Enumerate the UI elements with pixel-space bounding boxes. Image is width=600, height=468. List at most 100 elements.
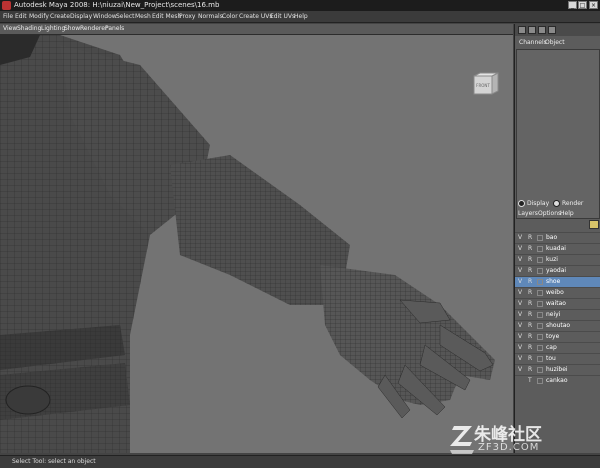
layer-visibility-toggle[interactable]: V [518, 366, 522, 373]
layer-visibility-toggle[interactable]: V [518, 333, 522, 340]
viewport-panel[interactable]: View Shading Lighting Show Renderer Pane… [0, 24, 513, 453]
view-cube-label: FRONT [476, 83, 490, 88]
display-radio[interactable]: Display [518, 200, 549, 207]
menu-normals[interactable]: Normals [198, 12, 223, 21]
menu-mesh[interactable]: Mesh [135, 12, 151, 21]
layer-color-swatch[interactable] [537, 301, 543, 307]
layer-display-type-toggle[interactable]: R [528, 245, 532, 252]
layer-display-type-toggle[interactable]: R [528, 355, 532, 362]
menu-color[interactable]: Color [222, 12, 238, 21]
menu-modify[interactable]: Modify [29, 12, 49, 21]
layer-row[interactable]: V Rcap [515, 342, 600, 353]
layer-row[interactable]: V Rkuadai [515, 243, 600, 254]
menu-create[interactable]: Create [50, 12, 70, 21]
new-layer-icon[interactable] [589, 220, 599, 229]
panel-menu-renderer[interactable]: Renderer [80, 25, 107, 33]
layer-row[interactable]: V Rshoe [515, 276, 600, 287]
layer-row[interactable]: V Ryaodai [515, 265, 600, 276]
layer-row[interactable]: V Rkuzi [515, 254, 600, 265]
menu-select[interactable]: Select [116, 12, 135, 21]
layer-row[interactable]: V Rtou [515, 353, 600, 364]
character-arm-model[interactable] [0, 35, 513, 453]
layer-name: cap [546, 344, 557, 351]
menu-create-uvs[interactable]: Create UVs [239, 12, 272, 21]
layer-visibility-toggle[interactable]: V [518, 322, 522, 329]
attribute-editor-toggle-icon[interactable] [528, 26, 536, 34]
layer-display-type-toggle[interactable]: T [528, 377, 532, 384]
menu-window[interactable]: Window [93, 12, 117, 21]
layers-menu[interactable]: Layers [518, 210, 538, 217]
layer-visibility-toggle[interactable]: V [518, 355, 522, 362]
layer-visibility-toggle[interactable]: V [518, 234, 522, 241]
layer-display-type-toggle[interactable]: R [528, 234, 532, 241]
panel-menu-view[interactable]: View [3, 25, 17, 33]
layer-display-type-toggle[interactable]: R [528, 311, 532, 318]
layer-display-type-toggle[interactable]: R [528, 333, 532, 340]
layer-color-swatch[interactable] [537, 312, 543, 318]
layer-editor-menu: Layers Options Help [515, 210, 600, 219]
layer-visibility-toggle[interactable]: V [518, 289, 522, 296]
layer-visibility-toggle[interactable]: V [518, 344, 522, 351]
layer-visibility-toggle[interactable]: V [518, 256, 522, 263]
panel-menu-lighting[interactable]: Lighting [41, 25, 65, 33]
panel-menu-show[interactable]: Show [64, 25, 80, 33]
display-radio-label: Display [527, 200, 550, 207]
layer-display-type-toggle[interactable]: R [528, 278, 532, 285]
layer-visibility-toggle[interactable]: V [518, 267, 522, 274]
panel-menu-panels[interactable]: Panels [105, 25, 124, 33]
layer-name: cankao [546, 377, 568, 384]
menu-edit-mesh[interactable]: Edit Mesh [152, 12, 181, 21]
menu-edit[interactable]: Edit [15, 12, 27, 21]
layer-row[interactable]: V Rwaitao [515, 298, 600, 309]
channels-menu[interactable]: Channels [519, 39, 547, 46]
layer-visibility-toggle[interactable]: V [518, 245, 522, 252]
layer-visibility-toggle[interactable]: V [518, 278, 522, 285]
layer-row[interactable]: V Rtoye [515, 331, 600, 342]
menu-file[interactable]: File [3, 12, 13, 21]
render-radio[interactable]: Render [553, 200, 583, 207]
layer-editor-toggle-icon[interactable] [548, 26, 556, 34]
menu-proxy[interactable]: Proxy [179, 12, 195, 21]
tool-settings-toggle-icon[interactable] [538, 26, 546, 34]
layer-color-swatch[interactable] [537, 334, 543, 340]
menu-help[interactable]: Help [294, 12, 308, 21]
layer-row[interactable]: V Rweibo [515, 287, 600, 298]
menu-display[interactable]: Display [70, 12, 92, 21]
layer-row[interactable]: V Rshoutao [515, 320, 600, 331]
layer-display-type-toggle[interactable]: R [528, 344, 532, 351]
layer-row[interactable]: V Rhuzibei [515, 364, 600, 375]
layer-display-type-toggle[interactable]: R [528, 289, 532, 296]
object-menu[interactable]: Object [545, 39, 565, 46]
minimize-button[interactable]: _ [568, 1, 577, 9]
layer-display-type-toggle[interactable]: R [528, 322, 532, 329]
channel-box-area[interactable] [516, 49, 600, 219]
layer-color-swatch[interactable] [537, 367, 543, 373]
layer-color-swatch[interactable] [537, 323, 543, 329]
layer-row[interactable]: V Rneiyi [515, 309, 600, 320]
layer-row[interactable]: Tcankao [515, 375, 600, 386]
panel-menu-shading[interactable]: Shading [17, 25, 41, 33]
layer-display-type-toggle[interactable]: R [528, 366, 532, 373]
layer-display-type-toggle[interactable]: R [528, 267, 532, 274]
layer-color-swatch[interactable] [537, 290, 543, 296]
layer-display-type-toggle[interactable]: R [528, 256, 532, 263]
help-menu[interactable]: Help [560, 210, 574, 217]
close-button[interactable]: × [589, 1, 598, 9]
options-menu[interactable]: Options [538, 210, 561, 217]
layer-color-swatch[interactable] [537, 279, 543, 285]
layer-visibility-toggle[interactable]: V [518, 300, 522, 307]
layer-color-swatch[interactable] [537, 246, 543, 252]
layer-color-swatch[interactable] [537, 268, 543, 274]
layer-color-swatch[interactable] [537, 345, 543, 351]
channel-box-toggle-icon[interactable] [518, 26, 526, 34]
layer-color-swatch[interactable] [537, 235, 543, 241]
menu-edit-uvs[interactable]: Edit UVs [270, 12, 295, 21]
layer-row[interactable]: V Rbao [515, 232, 600, 243]
layer-color-swatch[interactable] [537, 378, 543, 384]
maximize-button[interactable]: □ [578, 1, 587, 9]
view-cube[interactable]: FRONT [472, 72, 500, 96]
layer-color-swatch[interactable] [537, 257, 543, 263]
layer-color-swatch[interactable] [537, 356, 543, 362]
layer-visibility-toggle[interactable]: V [518, 311, 522, 318]
layer-display-type-toggle[interactable]: R [528, 300, 532, 307]
